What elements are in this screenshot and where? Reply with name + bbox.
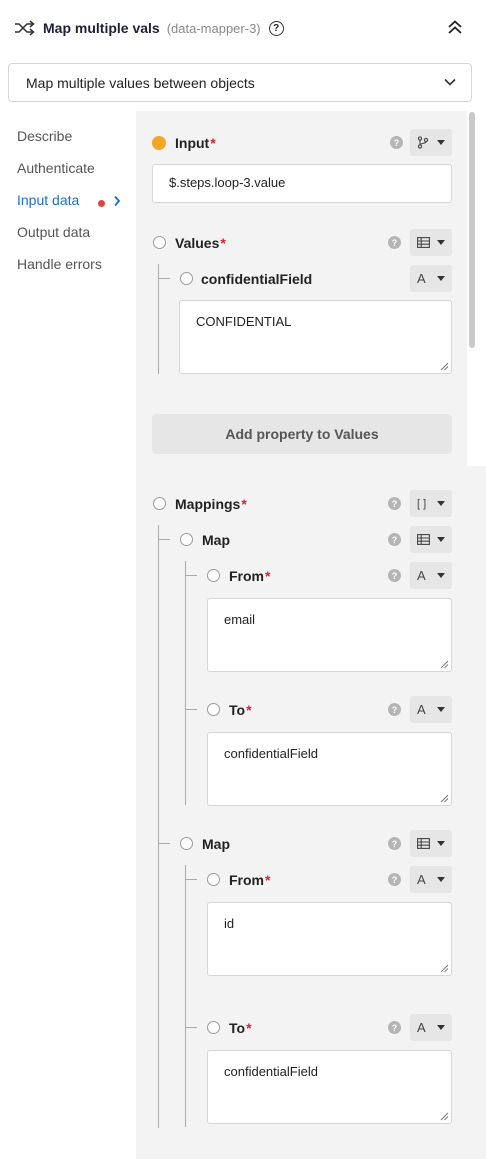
tree-line (185, 575, 197, 576)
step-config-panel: Map multiple vals (data-mapper-3) ? Map … (0, 0, 486, 1159)
sidebar-item-input-data[interactable]: Input data (17, 192, 79, 208)
from-type-selector[interactable]: A (410, 562, 452, 589)
scrollbar-thumb[interactable] (469, 112, 475, 348)
resize-grip-icon[interactable] (440, 660, 449, 669)
property-value-field[interactable]: CONFIDENTIAL (179, 300, 452, 374)
to-label: To * (229, 702, 252, 718)
input-type-selector[interactable] (410, 129, 452, 156)
to-type-selector[interactable]: A (410, 1014, 452, 1041)
input-label: Input * (175, 135, 216, 151)
help-icon[interactable]: ? (390, 136, 403, 149)
text-type-icon: A (417, 568, 426, 583)
to-type-selector[interactable]: A (410, 696, 452, 723)
table-icon (417, 838, 430, 849)
input-field[interactable]: $.steps.loop-3.value (152, 164, 452, 203)
property-type-selector[interactable]: A (410, 265, 452, 292)
collapse-icon[interactable] (446, 18, 464, 36)
table-icon (417, 237, 430, 248)
mappings-radio[interactable] (153, 497, 166, 510)
resize-grip-icon[interactable] (440, 362, 449, 371)
tree-line (158, 278, 170, 279)
tree-line (185, 865, 186, 1127)
map-label: Map (202, 836, 230, 852)
action-select[interactable]: Map multiple values between objects (8, 63, 472, 102)
values-radio[interactable] (153, 236, 166, 249)
help-icon[interactable]: ? (388, 497, 401, 510)
list-type-icon: [ ] (417, 497, 427, 510)
help-icon[interactable]: ? (388, 837, 401, 850)
help-icon[interactable]: ? (388, 236, 401, 249)
tree-line (185, 879, 197, 880)
input-status-indicator (152, 136, 166, 150)
chevron-down-icon (444, 78, 456, 86)
tree-line (158, 264, 159, 374)
text-type-icon: A (417, 1020, 426, 1035)
help-icon[interactable]: ? (268, 20, 284, 36)
step-header: Map multiple vals (data-mapper-3) ? (0, 0, 486, 56)
from-label: From * (229, 872, 271, 888)
shuffle-icon (15, 20, 35, 36)
help-icon[interactable]: ? (388, 533, 401, 546)
tree-line (158, 843, 170, 844)
help-icon[interactable]: ? (388, 703, 401, 716)
values-type-selector[interactable] (410, 229, 452, 256)
action-select-value: Map multiple values between objects (26, 74, 255, 91)
mappings-type-selector[interactable]: [ ] (410, 490, 452, 517)
from-value-field[interactable]: email (207, 598, 452, 672)
mappings-label: Mappings * (175, 496, 247, 512)
branch-icon (417, 136, 429, 149)
map-radio[interactable] (180, 533, 193, 546)
resize-grip-icon[interactable] (440, 1112, 449, 1121)
map-type-selector[interactable] (410, 830, 452, 857)
sidebar-item-authenticate[interactable]: Authenticate (17, 160, 95, 176)
to-value-field[interactable]: confidentialField (207, 1050, 452, 1124)
help-icon[interactable]: ? (388, 569, 401, 582)
from-type-selector[interactable]: A (410, 866, 452, 893)
map-label: Map (202, 532, 230, 548)
help-icon[interactable]: ? (388, 873, 401, 886)
chevron-right-icon (114, 195, 121, 207)
values-label: Values * (175, 235, 226, 251)
sidebar-item-describe[interactable]: Describe (17, 128, 72, 144)
to-radio[interactable] (207, 703, 220, 716)
tree-line (185, 1027, 197, 1028)
resize-grip-icon[interactable] (440, 794, 449, 803)
help-icon[interactable]: ? (388, 1021, 401, 1034)
sidebar-item-handle-errors[interactable]: Handle errors (17, 256, 102, 272)
from-radio[interactable] (207, 873, 220, 886)
property-radio[interactable] (180, 272, 193, 285)
tree-line (158, 525, 159, 1128)
tree-line (158, 539, 170, 540)
resize-grip-icon[interactable] (440, 964, 449, 973)
text-type-icon: A (417, 872, 426, 887)
from-label: From * (229, 568, 271, 584)
from-radio[interactable] (207, 569, 220, 582)
tree-line (185, 561, 186, 805)
step-title[interactable]: Map multiple vals (43, 20, 160, 36)
tree-line (185, 709, 197, 710)
to-label: To * (229, 1020, 252, 1036)
to-value-field[interactable]: confidentialField (207, 732, 452, 806)
from-value-field[interactable]: id (207, 902, 452, 976)
to-radio[interactable] (207, 1021, 220, 1034)
table-icon (417, 534, 430, 545)
scrollbar-gutter (467, 466, 486, 1159)
add-property-button[interactable]: Add property to Values (152, 414, 452, 454)
error-dot (98, 200, 105, 207)
sidebar-item-output-data[interactable]: Output data (17, 224, 90, 240)
step-slug: (data-mapper-3) (166, 20, 261, 36)
map-radio[interactable] (180, 837, 193, 850)
text-type-icon: A (417, 271, 426, 286)
property-label: confidentialField (201, 271, 313, 287)
map-type-selector[interactable] (410, 526, 452, 553)
text-type-icon: A (417, 702, 426, 717)
